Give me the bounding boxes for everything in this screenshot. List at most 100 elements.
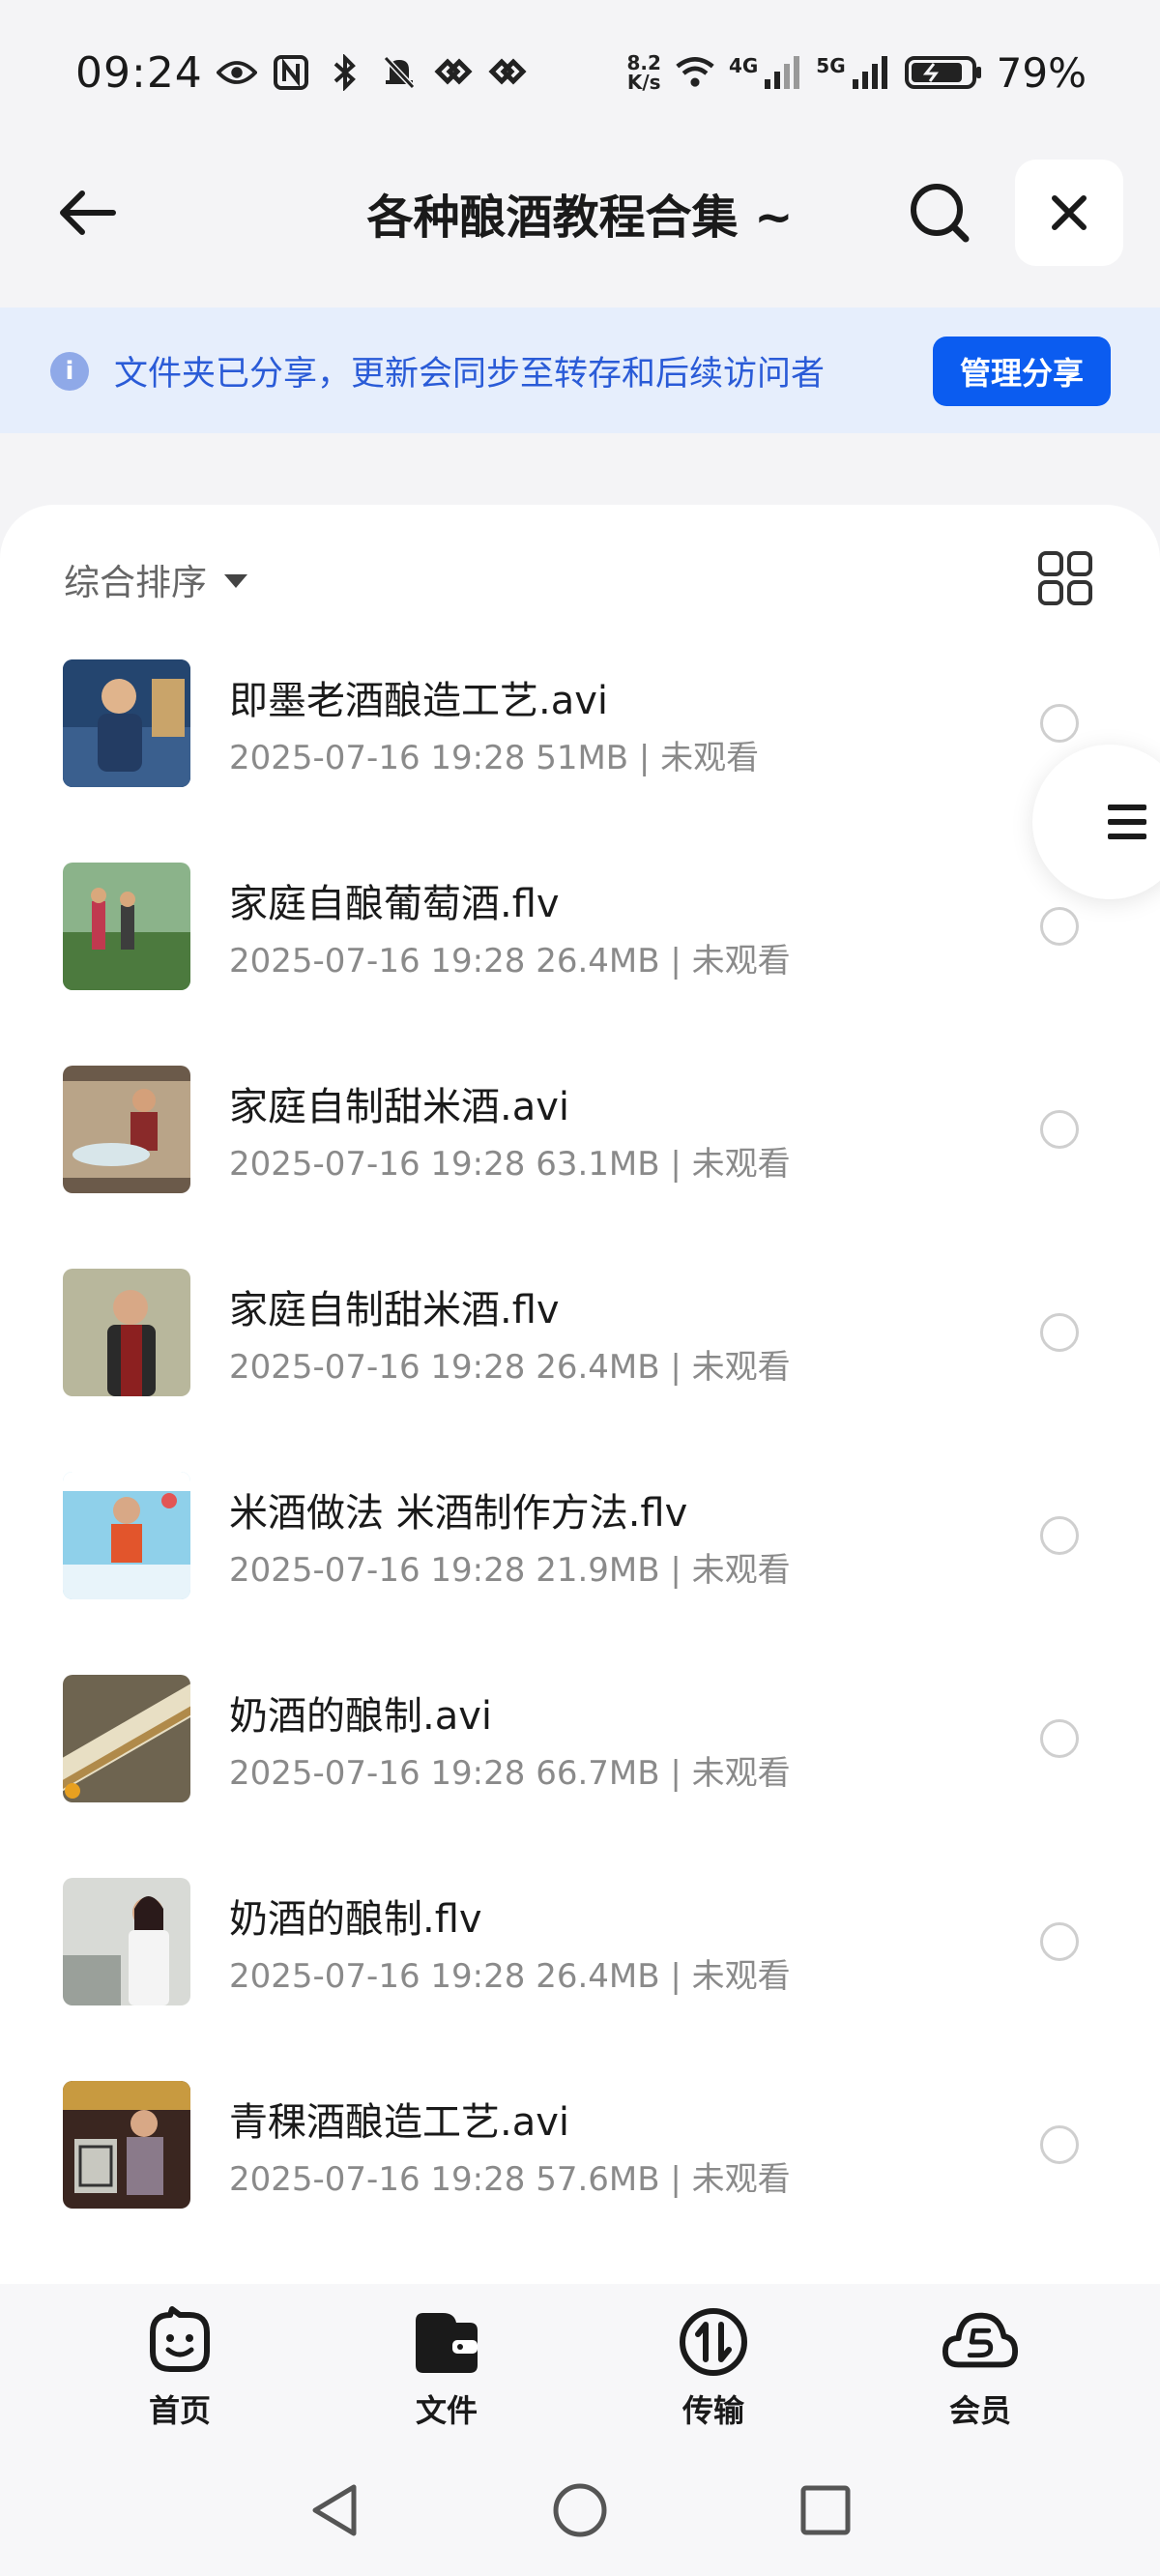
close-icon xyxy=(1052,195,1087,230)
back-button[interactable] xyxy=(48,174,126,251)
file-meta: 2025-07-16 19:28 57.6MB | 未观看 xyxy=(229,2160,791,2199)
file-name: 家庭自酿葡萄酒.flv xyxy=(229,882,560,926)
video-thumbnail xyxy=(63,1066,190,1193)
sort-dropdown[interactable]: 综合排序 xyxy=(64,553,247,605)
info-icon: i xyxy=(50,352,89,391)
signal-4g-label: 4G xyxy=(728,54,759,77)
circle-home-icon xyxy=(553,2483,607,2537)
video-thumbnail xyxy=(63,659,190,787)
page-title: 各种酿酒教程合集 ~ xyxy=(366,190,794,245)
file-name: 家庭自制甜米酒.avi xyxy=(229,1085,570,1129)
select-radio[interactable] xyxy=(1040,1922,1079,1961)
status-time: 09:24 xyxy=(75,47,203,98)
battery-percent: 79% xyxy=(996,48,1087,97)
file-item[interactable]: 即墨老酒酿造工艺.avi 2025-07-16 19:28 51MB | 未观看 xyxy=(0,659,1160,863)
file-name: 青稞酒酿造工艺.avi xyxy=(229,2100,570,2145)
wifi-icon xyxy=(675,52,715,93)
file-meta: 2025-07-16 19:28 21.9MB | 未观看 xyxy=(229,1551,791,1590)
folder-icon xyxy=(408,2303,485,2381)
eye-icon xyxy=(216,52,257,93)
video-thumbnail xyxy=(63,1878,190,2005)
video-thumbnail xyxy=(63,863,190,990)
arrow-left-icon xyxy=(60,190,116,235)
video-thumbnail xyxy=(63,1675,190,1802)
nav-transfer[interactable]: 传输 xyxy=(636,2303,791,2439)
nav-files[interactable]: 文件 xyxy=(369,2303,524,2439)
status-right: 8.2 K/s 4G 5G 79% xyxy=(627,49,1087,97)
status-left: 09:24 xyxy=(75,48,528,98)
grid-icon xyxy=(1038,551,1092,605)
select-radio[interactable] xyxy=(1040,907,1079,946)
grid-view-button[interactable] xyxy=(1036,549,1094,607)
caret-down-icon xyxy=(224,574,247,588)
file-meta: 2025-07-16 19:28 51MB | 未观看 xyxy=(229,739,760,777)
app-notification-icon xyxy=(487,52,528,93)
nav-vip[interactable]: 会员 xyxy=(903,2303,1058,2439)
file-meta: 2025-07-16 19:28 26.4MB | 未观看 xyxy=(229,1348,791,1387)
battery-icon xyxy=(904,52,983,93)
video-thumbnail xyxy=(63,1269,190,1396)
file-meta: 2025-07-16 19:28 63.1MB | 未观看 xyxy=(229,1145,791,1184)
share-banner: i 文件夹已分享，更新会同步至转存和后续访问者 管理分享 xyxy=(0,307,1160,433)
file-meta: 2025-07-16 19:28 26.4MB | 未观看 xyxy=(229,942,791,981)
file-item[interactable]: 青稞酒酿造工艺.avi 2025-07-16 19:28 57.6MB | 未观… xyxy=(0,2081,1160,2284)
system-home-button[interactable] xyxy=(541,2472,619,2549)
file-item[interactable]: 家庭自酿葡萄酒.flv 2025-07-16 19:28 26.4MB | 未观… xyxy=(0,863,1160,1066)
signal-5g-icon xyxy=(850,52,890,93)
smile-face-icon xyxy=(141,2303,218,2381)
file-item[interactable]: 奶酒的酿制.flv 2025-07-16 19:28 26.4MB | 未观看 xyxy=(0,1878,1160,2081)
file-meta: 2025-07-16 19:28 66.7MB | 未观看 xyxy=(229,1754,791,1793)
network-speed-value: 8.2 xyxy=(626,51,661,74)
network-speed: 8.2 K/s xyxy=(627,53,661,92)
status-bar: 09:24 8.2 K/s 4G 5G 79% xyxy=(0,0,1160,145)
file-item[interactable]: 家庭自制甜米酒.avi 2025-07-16 19:28 63.1MB | 未观… xyxy=(0,1066,1160,1269)
share-banner-text: 文件夹已分享，更新会同步至转存和后续访问者 xyxy=(114,354,826,394)
file-item[interactable]: 奶酒的酿制.avi 2025-07-16 19:28 66.7MB | 未观看 xyxy=(0,1675,1160,1878)
file-name: 家庭自制甜米酒.flv xyxy=(229,1288,560,1332)
mute-bell-icon xyxy=(379,52,420,93)
nav-label: 传输 xyxy=(682,2392,744,2429)
select-radio[interactable] xyxy=(1040,1719,1079,1758)
triangle-back-icon xyxy=(312,2484,357,2536)
select-radio[interactable] xyxy=(1040,1516,1079,1555)
nav-home[interactable]: 首页 xyxy=(102,2303,257,2439)
close-button[interactable] xyxy=(1015,160,1123,266)
signal-5g-label: 5G xyxy=(816,54,846,77)
file-list-card: 综合排序 即墨老酒酿造工艺.avi 2025-07-16 19:28 51MB … xyxy=(0,505,1160,2284)
network-speed-unit: K/s xyxy=(626,71,661,94)
bluetooth-icon xyxy=(325,52,365,93)
file-meta: 2025-07-16 19:28 26.4MB | 未观看 xyxy=(229,1957,791,1996)
video-thumbnail xyxy=(63,1472,190,1599)
signal-4g-icon xyxy=(762,52,802,93)
search-icon xyxy=(911,184,970,243)
nav-label: 文件 xyxy=(415,2392,478,2429)
header: 各种酿酒教程合集 ~ xyxy=(0,145,1160,280)
search-button[interactable] xyxy=(899,172,980,253)
system-back-button[interactable] xyxy=(296,2472,373,2549)
transfer-icon xyxy=(675,2303,752,2381)
sort-label: 综合排序 xyxy=(64,562,207,603)
system-nav-bar xyxy=(0,2448,1160,2576)
file-list: 即墨老酒酿造工艺.avi 2025-07-16 19:28 51MB | 未观看… xyxy=(0,659,1160,2284)
nfc-icon xyxy=(271,52,311,93)
nav-label: 首页 xyxy=(148,2392,211,2429)
file-name: 奶酒的酿制.avi xyxy=(229,1694,493,1739)
video-thumbnail xyxy=(63,2081,190,2209)
select-radio[interactable] xyxy=(1040,704,1079,743)
square-recents-icon xyxy=(800,2485,851,2535)
file-name: 奶酒的酿制.flv xyxy=(229,1897,482,1942)
manage-share-button[interactable]: 管理分享 xyxy=(933,337,1111,406)
bottom-nav: 首页 文件 传输 会员 xyxy=(0,2284,1160,2448)
file-name: 即墨老酒酿造工艺.avi xyxy=(229,679,609,723)
file-name: 米酒做法 米酒制作方法.flv xyxy=(229,1491,688,1536)
cloud-vip-icon xyxy=(942,2303,1019,2381)
app-notification-icon xyxy=(433,52,474,93)
select-radio[interactable] xyxy=(1040,2125,1079,2164)
nav-label: 会员 xyxy=(948,2392,1011,2429)
file-item[interactable]: 家庭自制甜米酒.flv 2025-07-16 19:28 26.4MB | 未观… xyxy=(0,1269,1160,1472)
select-radio[interactable] xyxy=(1040,1110,1079,1149)
menu-icon xyxy=(1108,805,1146,839)
system-recents-button[interactable] xyxy=(787,2472,864,2549)
select-radio[interactable] xyxy=(1040,1313,1079,1352)
file-item[interactable]: 米酒做法 米酒制作方法.flv 2025-07-16 19:28 21.9MB … xyxy=(0,1472,1160,1675)
